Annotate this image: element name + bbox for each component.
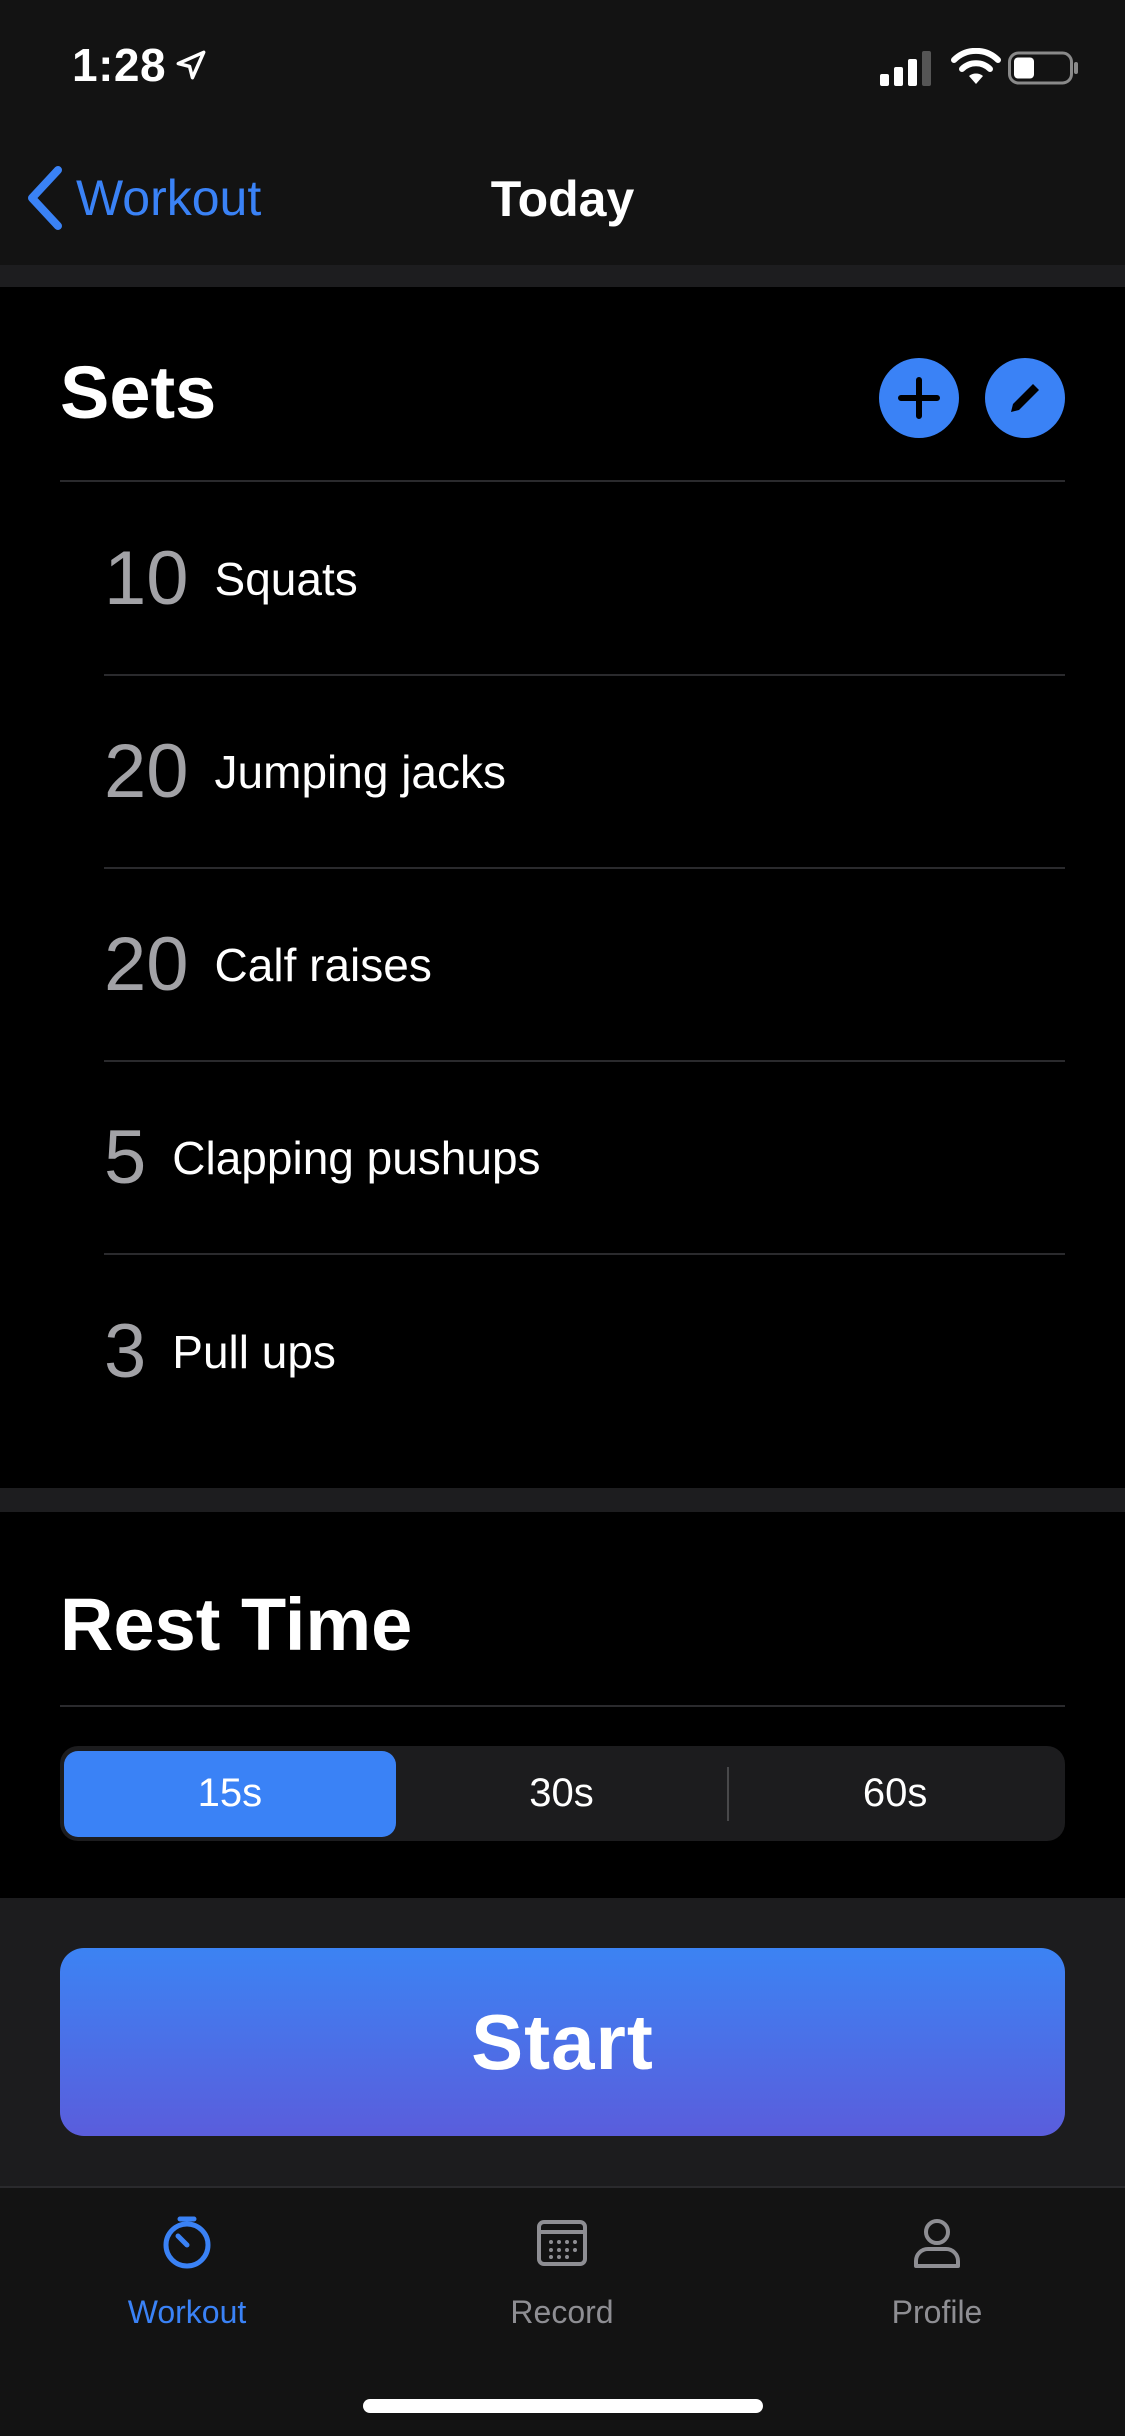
rest-option-15s[interactable]: 15s (64, 1750, 396, 1837)
calendar-icon (537, 2220, 587, 2266)
page-title: Today (490, 171, 635, 227)
set-exercise: Pull ups (172, 1325, 336, 1378)
tab-profile-label: Profile (891, 2294, 983, 2330)
battery-icon (1008, 51, 1078, 85)
set-reps: 20 (104, 729, 189, 814)
tab-profile[interactable]: Profile (807, 2214, 1067, 2331)
stopwatch-icon (163, 2216, 211, 2269)
rest-time-heading: Rest Time (60, 1583, 413, 1666)
wifi-icon (951, 48, 1001, 84)
set-exercise: Clapping pushups (172, 1131, 541, 1184)
sets-list: 10 Squats 20 Jumping jacks 20 Calf raise… (104, 483, 1065, 1448)
set-reps: 3 (104, 1309, 147, 1394)
person-icon (914, 2219, 960, 2268)
start-button[interactable]: Start (60, 1948, 1065, 2136)
rest-time-segmented-control: 15s 30s 60s (60, 1746, 1065, 1841)
set-row-calf-raises[interactable]: 20 Calf raises (104, 869, 1065, 1062)
set-exercise: Squats (214, 552, 358, 605)
set-exercise: Jumping jacks (214, 745, 506, 798)
set-reps: 5 (104, 1115, 147, 1200)
set-reps: 10 (104, 536, 189, 621)
pencil-icon (1011, 384, 1039, 412)
tab-workout[interactable]: Workout (57, 2214, 317, 2331)
tab-record-label: Record (510, 2294, 614, 2330)
section-separator (0, 1488, 1125, 1512)
divider (60, 1705, 1065, 1707)
set-row-jumping-jacks[interactable]: 20 Jumping jacks (104, 676, 1065, 869)
rest-option-60s[interactable]: 60s (729, 1751, 1061, 1837)
edit-sets-button[interactable] (985, 358, 1065, 438)
cellular-signal-icon (880, 51, 931, 86)
tab-workout-label: Workout (127, 2294, 247, 2330)
set-exercise: Calf raises (214, 938, 432, 991)
section-separator (0, 265, 1125, 287)
divider (60, 480, 1065, 482)
rest-option-30s[interactable]: 30s (396, 1751, 728, 1837)
sets-heading: Sets (60, 351, 217, 434)
status-time: 1:28 (72, 39, 167, 91)
location-arrow-icon (176, 50, 206, 80)
set-row-pull-ups[interactable]: 3 Pull ups (104, 1255, 1065, 1448)
tab-record[interactable]: Record (432, 2214, 692, 2331)
set-row-clapping-pushups[interactable]: 5 Clapping pushups (104, 1062, 1065, 1255)
home-indicator (363, 2399, 763, 2413)
set-row-squats[interactable]: 10 Squats (104, 483, 1065, 676)
set-reps: 20 (104, 922, 189, 1007)
add-set-button[interactable] (879, 358, 959, 438)
plus-icon (898, 377, 940, 419)
